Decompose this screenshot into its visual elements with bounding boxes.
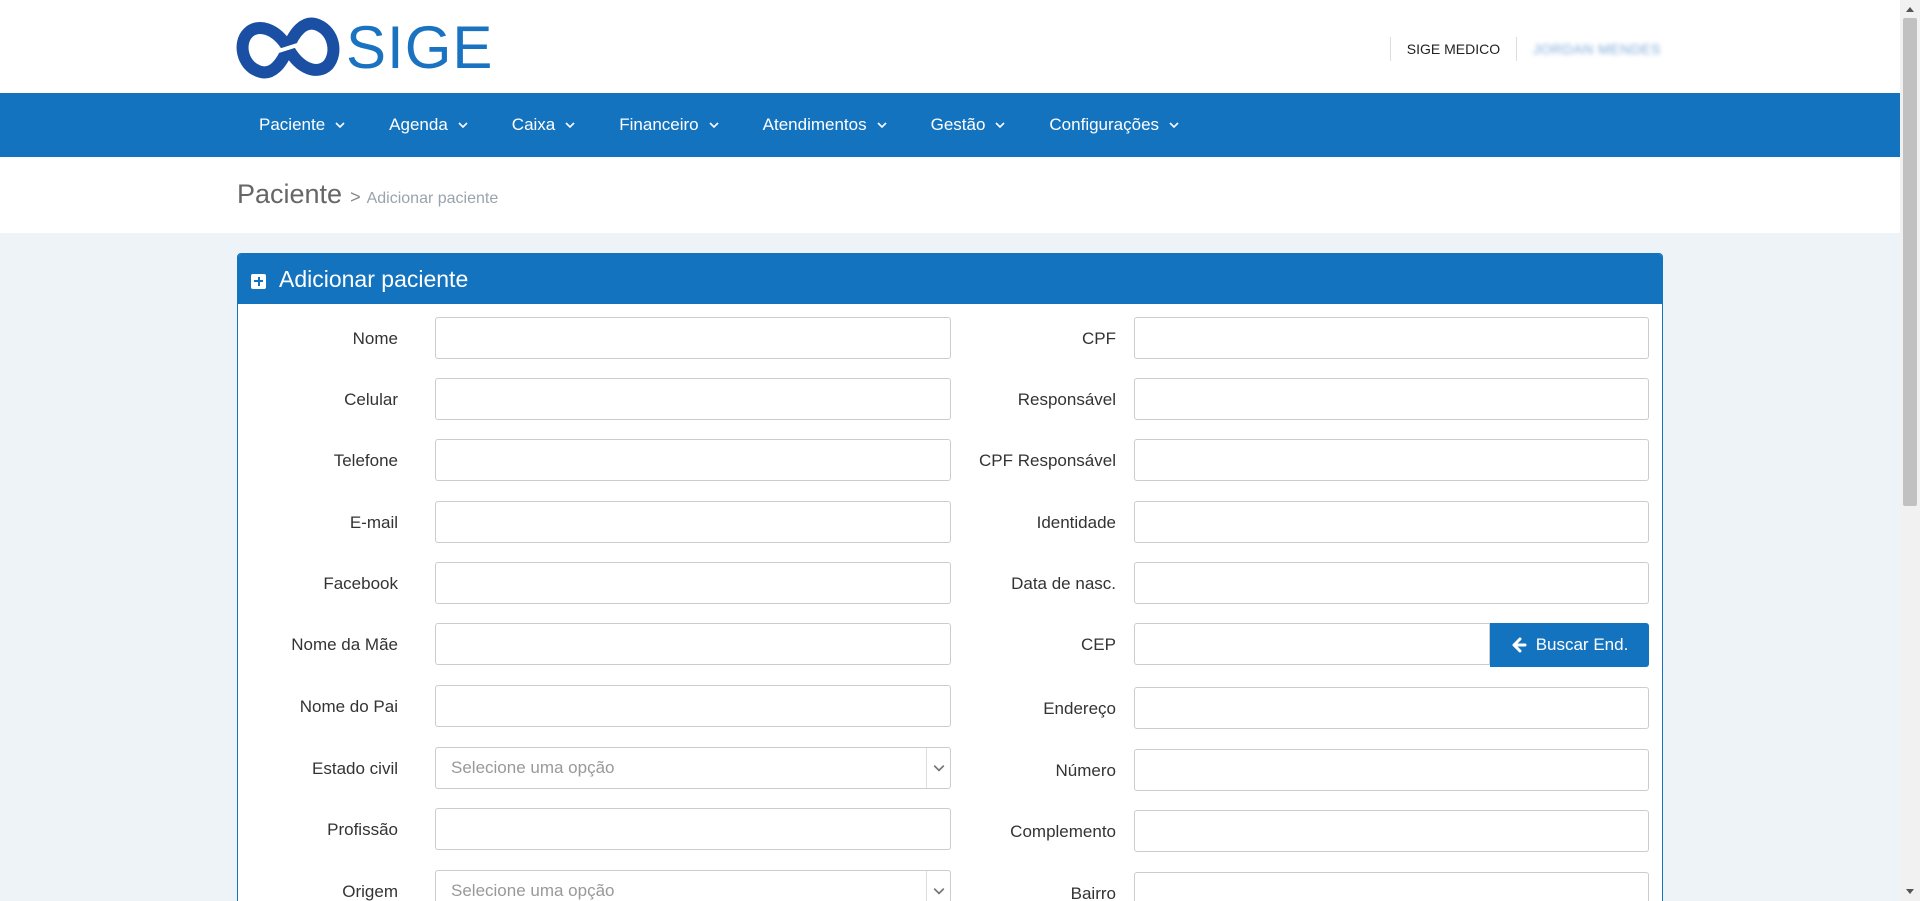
chevron-down-icon: [335, 122, 345, 129]
chevron-down-icon: [995, 122, 1005, 129]
profissao-input[interactable]: [435, 808, 951, 850]
nav-item-agenda[interactable]: Agenda: [367, 93, 490, 157]
scroll-up-icon[interactable]: [1900, 0, 1920, 18]
chevron-down-icon: [709, 122, 719, 129]
org-name[interactable]: SIGE MEDICO: [1407, 41, 1500, 57]
chevron-down-icon: [877, 122, 887, 129]
origem-select[interactable]: Selecione uma opção: [435, 870, 951, 901]
chevron-down-icon: [1169, 122, 1179, 129]
pai-label: Nome do Pai: [299, 697, 398, 716]
plus-square-icon: [251, 273, 266, 289]
nav-item-label: Paciente: [259, 115, 326, 134]
endereco-label: Endereço: [1043, 699, 1116, 718]
nome-input[interactable]: [435, 317, 951, 359]
logo[interactable]: SIGE: [236, 14, 506, 82]
chevron-down-icon: [458, 122, 468, 129]
nav-item-financeiro[interactable]: Financeiro: [597, 93, 740, 157]
nome-label: Nome: [352, 329, 398, 348]
panel-title: Adicionar paciente: [279, 265, 469, 292]
numero-input[interactable]: [1134, 749, 1649, 791]
vertical-scrollbar[interactable]: [1900, 0, 1920, 901]
nav-item-configuracoes[interactable]: Configurações: [1027, 93, 1201, 157]
estado-civil-placeholder: Selecione uma opção: [451, 758, 615, 777]
cpf-input[interactable]: [1134, 317, 1649, 359]
estado-civil-select[interactable]: Selecione uma opção: [435, 747, 951, 789]
complemento-input[interactable]: [1134, 810, 1649, 852]
cpf-responsavel-label: CPF Responsável: [978, 451, 1116, 470]
complemento-label: Complemento: [1010, 822, 1116, 841]
nav-item-label: Agenda: [389, 115, 448, 134]
breadcrumb: Paciente > Adicionar paciente: [237, 179, 498, 210]
nav-item-label: Financeiro: [619, 115, 699, 134]
numero-label: Número: [1055, 761, 1116, 780]
profissao-label: Profissão: [327, 820, 398, 839]
nascimento-label: Data de nasc.: [1011, 574, 1116, 593]
nav-item-label: Gestão: [930, 115, 986, 134]
main-nav: Paciente Agenda Caixa Financeiro Atendim…: [0, 93, 1900, 157]
cpf-label: CPF: [1082, 329, 1116, 348]
nav-item-atendimentos[interactable]: Atendimentos: [741, 93, 909, 157]
breadcrumb-current: Adicionar paciente: [366, 190, 499, 207]
scroll-down-icon[interactable]: [1900, 883, 1920, 901]
endereco-input[interactable]: [1134, 687, 1649, 729]
form-row: Nome CPF: [238, 317, 1662, 361]
breadcrumb-bar: Paciente > Adicionar paciente: [0, 157, 1900, 233]
buscar-endereco-button[interactable]: Buscar End.: [1490, 623, 1649, 667]
nav-item-label: Caixa: [511, 115, 556, 134]
logo-icon: [236, 17, 340, 79]
nav-item-caixa[interactable]: Caixa: [490, 93, 597, 157]
cep-label: CEP: [1081, 635, 1116, 654]
nav-item-label: Configurações: [1049, 115, 1160, 134]
page-title[interactable]: Paciente: [237, 179, 342, 210]
origem-placeholder: Selecione uma opção: [451, 881, 615, 900]
top-header: SIGE SIGE MEDICO JORDAN MENDES: [0, 0, 1900, 93]
nav-item-label: Atendimentos: [762, 115, 867, 134]
user-separator-2: [1516, 37, 1518, 61]
logo-text: SIGE: [346, 14, 494, 81]
panel-header: Adicionar paciente: [238, 254, 1662, 304]
user-name[interactable]: JORDAN MENDES: [1533, 41, 1661, 57]
user-separator: [1389, 37, 1391, 61]
identidade-label: Identidade: [1036, 513, 1116, 532]
form-row: E-mail Identidade: [238, 501, 1662, 545]
celular-input[interactable]: [435, 378, 951, 420]
add-patient-panel: Adicionar paciente Nome CPF Celular Resp…: [237, 253, 1663, 901]
cep-input[interactable]: [1134, 623, 1490, 665]
mae-label: Nome da Mãe: [291, 635, 398, 654]
telefone-label: Telefone: [333, 451, 398, 470]
email-input[interactable]: [435, 501, 951, 543]
bairro-label: Bairro: [1070, 884, 1116, 901]
pai-input[interactable]: [435, 685, 951, 727]
nascimento-input[interactable]: [1134, 562, 1649, 604]
buscar-endereco-label: Buscar End.: [1535, 635, 1629, 654]
user-area: SIGE MEDICO JORDAN MENDES: [1374, 36, 1661, 62]
mae-input[interactable]: [435, 623, 951, 665]
form-row: Estado civil Selecione uma opção Número: [238, 747, 1662, 791]
origem-label: Origem: [342, 882, 398, 901]
form-row: Nome do Pai Endereço: [238, 685, 1662, 729]
form-row: Profissão Complemento: [238, 808, 1662, 852]
facebook-input[interactable]: [435, 562, 951, 604]
form-row: Celular Responsável: [238, 378, 1662, 422]
identidade-input[interactable]: [1134, 501, 1649, 543]
responsavel-label: Responsável: [1017, 390, 1116, 409]
form-row: Facebook Data de nasc.: [238, 562, 1662, 606]
telefone-input[interactable]: [435, 439, 951, 481]
form-row: Origem Selecione uma opção Bairro: [238, 870, 1662, 901]
cpf-responsavel-input[interactable]: [1134, 439, 1649, 481]
nav-item-paciente[interactable]: Paciente: [237, 93, 367, 157]
form-row: Telefone CPF Responsável: [238, 439, 1662, 483]
email-label: E-mail: [349, 513, 398, 532]
breadcrumb-separator: >: [350, 187, 361, 207]
estado-civil-label: Estado civil: [312, 759, 398, 778]
celular-label: Celular: [344, 390, 398, 409]
nav-item-gestao[interactable]: Gestão: [909, 93, 1028, 157]
scrollbar-thumb[interactable]: [1903, 18, 1917, 506]
bairro-input[interactable]: [1134, 872, 1649, 901]
chevron-down-icon: [565, 122, 575, 129]
responsavel-input[interactable]: [1134, 378, 1649, 420]
form-row: Nome da Mãe CEP Buscar End.: [238, 623, 1662, 667]
arrow-left-icon: [1512, 637, 1527, 653]
facebook-label: Facebook: [323, 574, 398, 593]
